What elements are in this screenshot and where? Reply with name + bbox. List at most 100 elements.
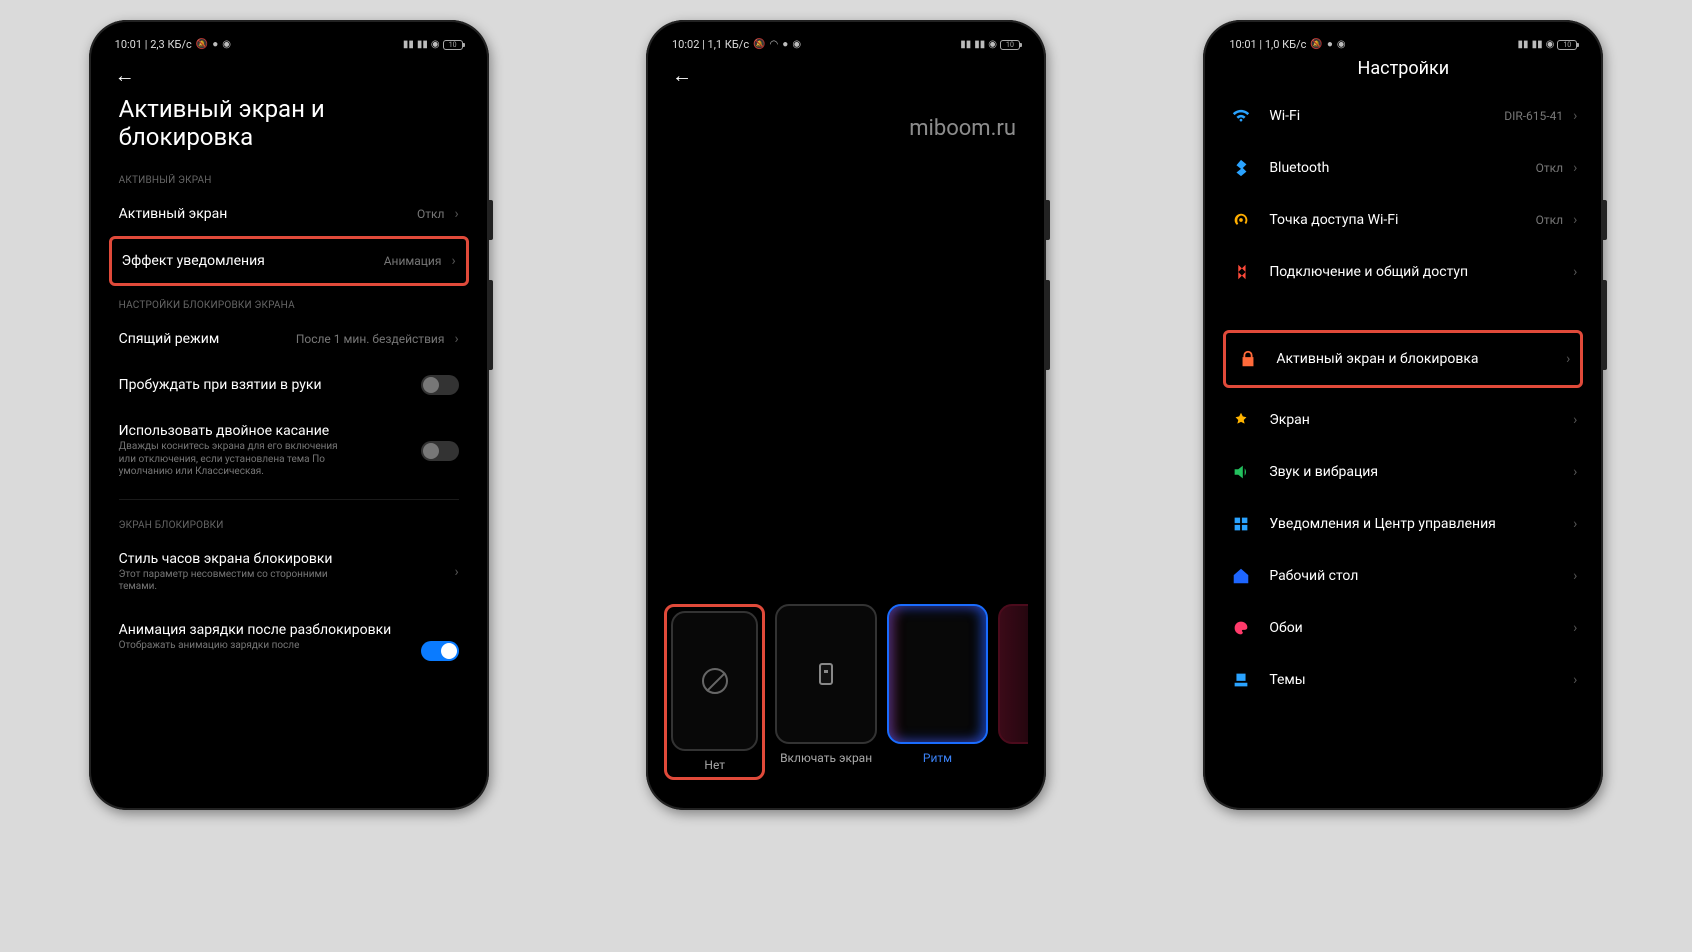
- settings-row-5[interactable]: Экран ›: [1215, 394, 1591, 446]
- chevron-right-icon: ›: [454, 206, 458, 222]
- battery-icon: 10: [1000, 40, 1020, 50]
- settings-row-6[interactable]: Звук и вибрация›: [1215, 446, 1591, 498]
- settings-icon: [1229, 260, 1253, 284]
- mute-icon: 🔕: [196, 39, 208, 50]
- chevron-right-icon: ›: [1573, 212, 1577, 228]
- settings-icon: [1229, 208, 1253, 232]
- settings-icon: [1229, 616, 1253, 640]
- settings-row-10[interactable]: Темы›: [1215, 654, 1591, 706]
- divider: [119, 499, 459, 500]
- settings-row-4[interactable]: Активный экран и блокировка›: [1226, 333, 1580, 385]
- status-time: 10:02 | 1,1 КБ/с: [672, 38, 749, 51]
- battery-icon: 10: [1557, 40, 1577, 50]
- settings-row-3[interactable]: Подключение и общий доступ›: [1215, 246, 1591, 298]
- settings-row-0[interactable]: Wi-Fi DIR-615-41 ›: [1215, 90, 1591, 142]
- phone-frame-3: 10:01 | 1,0 КБ/с 🔕 ● ◉ ▮▮ ▮▮ ◉ 10 Настро…: [1203, 20, 1603, 810]
- section-label: НАСТРОЙКИ БЛОКИРОВКИ ЭКРАНА: [101, 286, 477, 317]
- settings-row-value: Откл: [1536, 213, 1563, 227]
- toggle-switch[interactable]: [421, 375, 459, 395]
- toggle-switch[interactable]: [421, 641, 459, 661]
- phone-frame-2: 10:02 | 1,1 КБ/с 🔕 ◠ ● ◉ ▮▮ ▮▮ ◉ 10 ← mi…: [646, 20, 1046, 810]
- side-button: [1046, 280, 1050, 370]
- section-label: АКТИВНЫЙ ЭКРАН: [101, 161, 477, 192]
- status-bar: 10:01 | 2,3 КБ/с 🔕 ● ◉ ▮▮ ▮▮ ◉ 10: [101, 32, 477, 53]
- chevron-right-icon: ›: [1573, 412, 1577, 428]
- page-title: Активный экран и блокировка: [101, 96, 477, 161]
- side-button: [489, 280, 493, 370]
- settings-icon: [1229, 460, 1253, 484]
- chevron-right-icon: ›: [1573, 568, 1577, 584]
- settings-row-label: Точка доступа Wi-Fi: [1269, 212, 1398, 228]
- row-sleep-mode[interactable]: Спящий режим После 1 мин. бездействия›: [101, 317, 477, 361]
- side-button: [489, 200, 493, 240]
- wifi-icon: ◉: [431, 39, 440, 50]
- chevron-right-icon: ›: [1573, 264, 1577, 280]
- phone-icon: [819, 663, 833, 685]
- settings-icon: [1229, 512, 1253, 536]
- settings-row-value: DIR-615-41: [1504, 109, 1563, 123]
- settings-icon: [1229, 668, 1253, 692]
- status-bar: 10:02 | 1,1 КБ/с 🔕 ◠ ● ◉ ▮▮ ▮▮ ◉ 10: [658, 32, 1034, 53]
- status-time: 10:01 | 1,0 КБ/с: [1229, 38, 1306, 51]
- row-charge-animation[interactable]: Анимация зарядки после разблокировки Ото…: [101, 608, 477, 653]
- chevron-right-icon: ›: [454, 331, 458, 347]
- toggle-switch[interactable]: [421, 441, 459, 461]
- settings-icon: [1236, 347, 1260, 371]
- page-header: ←: [101, 53, 477, 96]
- settings-row-8[interactable]: Рабочий стол ›: [1215, 550, 1591, 602]
- watermark-text: miboom.ru: [658, 96, 1034, 141]
- settings-row-9[interactable]: Обои ›: [1215, 602, 1591, 654]
- side-button: [1603, 280, 1607, 370]
- chevron-right-icon: ›: [1573, 108, 1577, 124]
- highlight-box: Эффект уведомления Анимация›: [109, 236, 469, 286]
- settings-row-label: Рабочий стол: [1269, 568, 1358, 584]
- effect-option-none[interactable]: Нет: [664, 604, 765, 780]
- settings-row-label: Wi-Fi: [1269, 108, 1300, 124]
- highlight-box: Активный экран и блокировка›: [1223, 330, 1583, 388]
- chevron-right-icon: ›: [1573, 160, 1577, 176]
- row-notification-effect[interactable]: Эффект уведомления Анимация›: [112, 239, 466, 283]
- settings-row-label: Обои: [1269, 620, 1302, 636]
- row-wake-on-pickup[interactable]: Пробуждать при взятии в руки: [101, 361, 477, 409]
- chevron-right-icon: ›: [1573, 672, 1577, 688]
- effect-option-wake[interactable]: Включать экран: [775, 604, 876, 766]
- mic-icon: ●: [1327, 39, 1333, 50]
- side-button: [1603, 200, 1607, 240]
- none-icon: [702, 668, 728, 694]
- settings-row-2[interactable]: Точка доступа Wi-Fi Откл ›: [1215, 194, 1591, 246]
- effect-option-extra[interactable]: [998, 604, 1028, 744]
- phone-frame-1: 10:01 | 2,3 КБ/с 🔕 ● ◉ ▮▮ ▮▮ ◉ 10 ← Акти…: [89, 20, 489, 810]
- signal-icon: ▮▮: [403, 39, 414, 50]
- page-title: Настройки: [1215, 53, 1591, 90]
- status-time: 10:01 | 2,3 КБ/с: [115, 38, 192, 51]
- signal-icon: ▮▮: [1518, 39, 1529, 50]
- viber-icon: ◉: [792, 39, 801, 50]
- effect-option-rhythm[interactable]: Ритм: [887, 604, 988, 766]
- signal-icon: ▮▮: [960, 39, 971, 50]
- settings-row-label: Экран: [1269, 412, 1310, 428]
- settings-row-label: Уведомления и Центр управления: [1269, 516, 1496, 532]
- mic-icon: ●: [782, 39, 788, 50]
- settings-icon: [1229, 564, 1253, 588]
- settings-list: Wi-FiDIR-615-41›BluetoothОткл›Точка дост…: [1215, 90, 1591, 706]
- page-header: ←: [658, 53, 1034, 96]
- chevron-right-icon: ›: [454, 564, 458, 580]
- settings-row-7[interactable]: Уведомления и Центр управления›: [1215, 498, 1591, 550]
- chevron-right-icon: ›: [1573, 464, 1577, 480]
- settings-row-1[interactable]: BluetoothОткл›: [1215, 142, 1591, 194]
- chevron-right-icon: ›: [451, 253, 455, 269]
- wifi-icon: ◉: [988, 39, 997, 50]
- battery-icon: 10: [443, 40, 463, 50]
- settings-icon: [1229, 156, 1253, 180]
- row-clock-style[interactable]: Стиль часов экрана блокировки Этот парам…: [101, 537, 477, 608]
- back-icon[interactable]: ←: [115, 63, 135, 87]
- effect-picker: Нет Включать экран Ритм: [658, 604, 1034, 798]
- back-icon[interactable]: ←: [672, 63, 692, 87]
- settings-row-label: Активный экран и блокировка: [1276, 351, 1478, 367]
- settings-row-value: Откл: [1536, 161, 1563, 175]
- row-double-tap[interactable]: Использовать двойное касание Дважды косн…: [101, 409, 477, 493]
- section-label: ЭКРАН БЛОКИРОВКИ: [101, 506, 477, 537]
- viber-icon: ◉: [1337, 39, 1346, 50]
- chevron-right-icon: ›: [1573, 620, 1577, 636]
- row-active-screen[interactable]: Активный экран Откл›: [101, 192, 477, 236]
